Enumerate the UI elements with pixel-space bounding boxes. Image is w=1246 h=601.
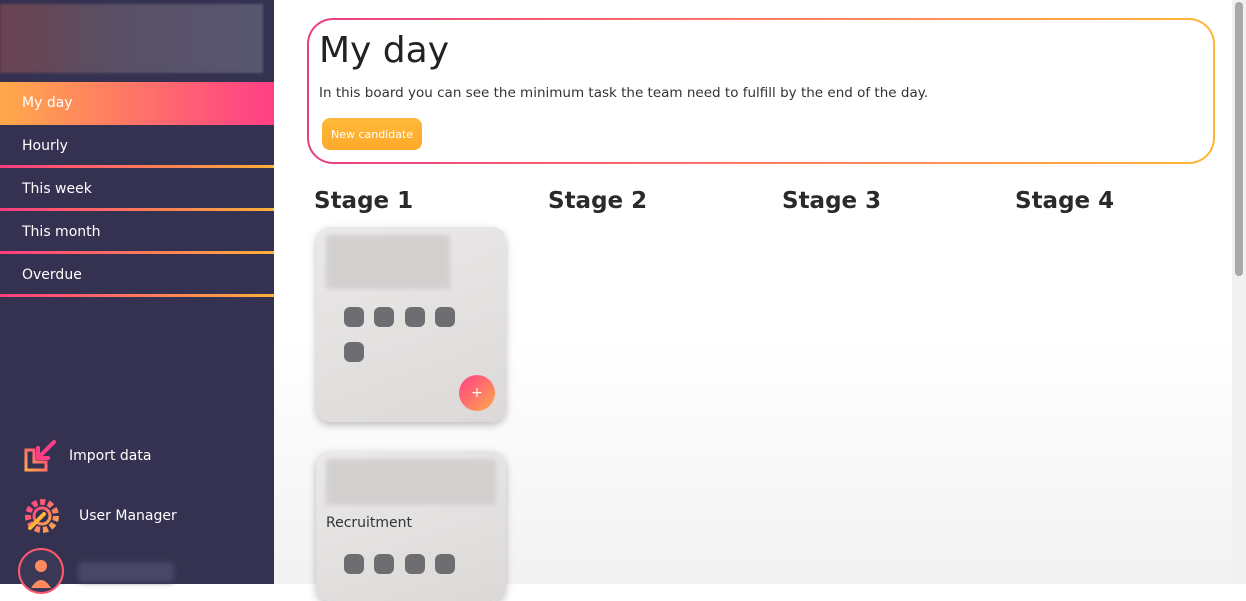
candidate-name-blurred <box>326 459 496 505</box>
stage-3-heading: Stage 3 <box>782 188 882 214</box>
sidebar-item-this-month[interactable]: This month <box>0 211 274 254</box>
avatar[interactable] <box>18 548 64 594</box>
sidebar-nav: My day Hourly This week This month Overd… <box>0 82 274 297</box>
sidebar: My day Hourly This week This month Overd… <box>0 0 274 594</box>
task-chip[interactable] <box>374 307 394 327</box>
stage-4-heading: Stage 4 <box>1015 188 1115 214</box>
import-data-button[interactable]: Import data <box>22 438 151 474</box>
stage-1-heading: Stage 1 <box>314 188 414 214</box>
task-chip[interactable] <box>405 307 425 327</box>
candidate-name-blurred <box>326 235 450 289</box>
new-candidate-button[interactable]: New candidate <box>322 118 422 150</box>
main-content: My day In this board you can see the min… <box>274 0 1232 601</box>
user-icon <box>31 560 51 588</box>
import-icon <box>22 438 58 474</box>
user-manager-button[interactable]: User Manager <box>20 494 177 538</box>
task-chip[interactable] <box>374 554 394 574</box>
page-title: My day <box>319 30 450 71</box>
sidebar-item-this-week[interactable]: This week <box>0 168 274 211</box>
candidate-card[interactable]: + <box>316 227 506 422</box>
page-description: In this board you can see the minimum ta… <box>319 85 929 101</box>
card-tag: Recruitment <box>326 515 413 531</box>
task-chip[interactable] <box>344 307 364 327</box>
scrollbar-thumb[interactable] <box>1235 2 1243 276</box>
add-task-button[interactable]: + <box>459 375 495 411</box>
vertical-scrollbar[interactable] <box>1232 0 1246 584</box>
task-chip[interactable] <box>405 554 425 574</box>
sidebar-item-hourly[interactable]: Hourly <box>0 125 274 168</box>
task-chip[interactable] <box>435 554 455 574</box>
gear-wrench-icon <box>20 494 64 538</box>
user-name-blurred <box>78 562 174 582</box>
logo <box>0 4 263 73</box>
import-data-label: Import data <box>69 448 152 464</box>
sidebar-item-my-day[interactable]: My day <box>0 82 274 125</box>
task-chip[interactable] <box>435 307 455 327</box>
task-chip[interactable] <box>344 342 364 362</box>
hero-board: My day In this board you can see the min… <box>307 18 1215 164</box>
stage-2-heading: Stage 2 <box>548 188 648 214</box>
task-chip[interactable] <box>344 554 364 574</box>
sidebar-item-overdue[interactable]: Overdue <box>0 254 274 297</box>
user-manager-label: User Manager <box>79 508 177 524</box>
candidate-card[interactable]: Recruitment <box>316 451 506 601</box>
